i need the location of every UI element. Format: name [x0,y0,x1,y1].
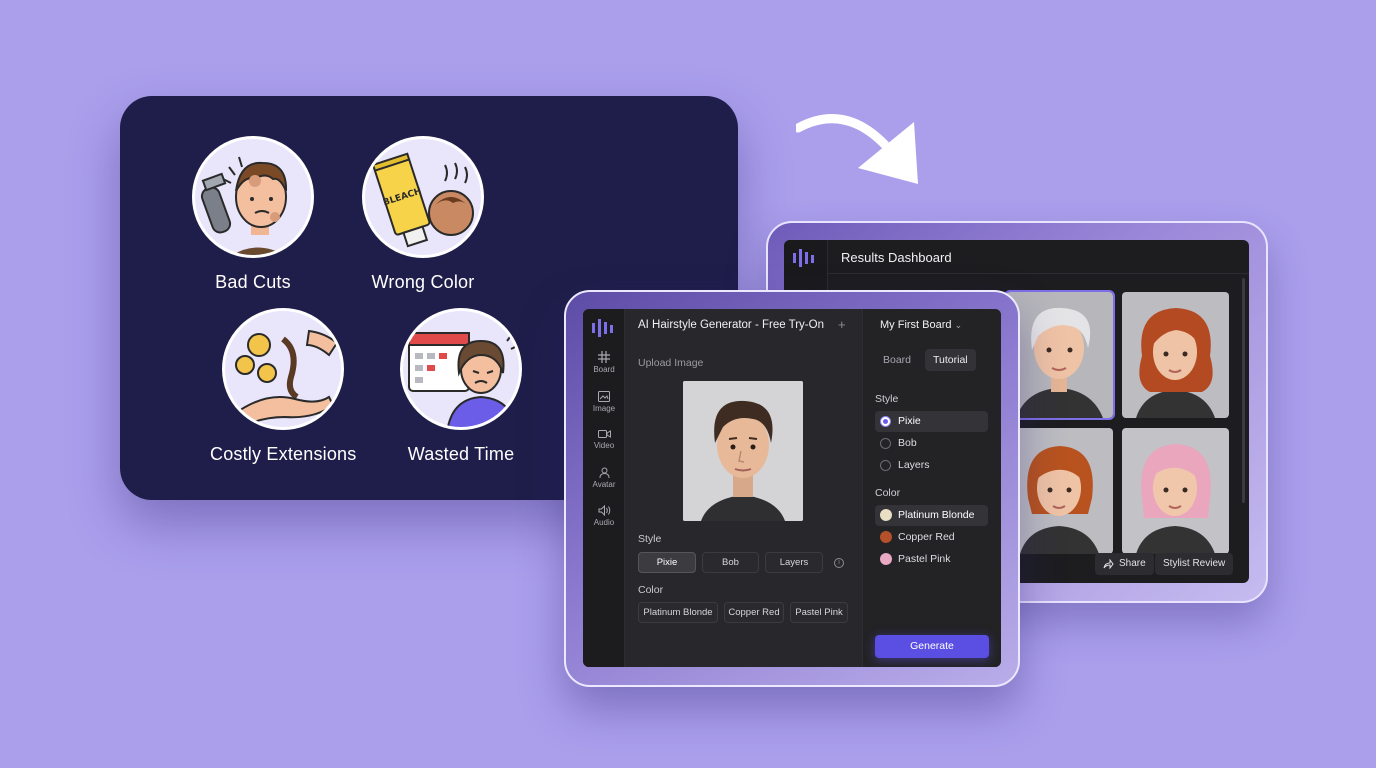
style-option-pixie[interactable]: Pixie [875,411,988,432]
style-chip-pixie[interactable]: Pixie [638,552,696,573]
color-option-platinum-blonde[interactable]: Platinum Blonde [875,505,988,526]
share-icon [1103,559,1114,569]
option-label: Pastel Pink [898,553,951,565]
color-section-label: Color [638,584,664,596]
problem-label: Bad Cuts [215,272,291,292]
nav-label: Image [592,404,616,413]
style-chip-layers[interactable]: Layers [765,552,823,573]
color-option-copper-red[interactable]: Copper Red [875,527,988,548]
color-swatch [880,553,892,565]
speaker-icon [598,505,610,516]
results-title: Results Dashboard [841,250,952,265]
generator-main-panel: AI Hairstyle Generator - Free Try-On + U… [625,309,862,667]
tab-board[interactable]: Board [875,349,919,371]
result-thumbnail[interactable] [1122,428,1229,554]
nav-label: Board [593,365,615,374]
option-label: Pixie [898,415,921,427]
image-icon [598,391,610,402]
board-selector[interactable]: My First Board ⌄ [880,319,962,331]
stylist-review-label: Stylist Review [1163,558,1226,569]
upload-image-label: Upload Image [638,357,704,369]
option-label: Bob [898,437,917,449]
share-button[interactable]: Share [1095,553,1154,575]
style-option-layers[interactable]: Layers [875,455,988,476]
style-chip-bob[interactable]: Bob [702,552,759,573]
curved-arrow-icon [796,114,918,184]
problem-wasted-time: Wasted Time [398,308,524,465]
problem-costly-extensions: Costly Extensions [210,308,356,465]
results-scrollbar[interactable] [1242,278,1245,503]
bleach-tube-icon: BLEACH [362,136,484,258]
result-thumbnail[interactable] [1122,292,1229,418]
option-label: Layers [898,459,930,471]
clipper-bad-haircut-icon [192,136,314,258]
option-label: Platinum Blonde [898,509,975,521]
nav-item-video[interactable]: Video [583,429,625,450]
uploaded-photo[interactable] [683,381,803,521]
problem-label: Wrong Color [371,272,475,292]
color-swatch [880,509,892,521]
nav-item-avatar[interactable]: Avatar [583,467,625,489]
radio-icon [880,438,891,449]
hairstyle-generator-window: Board Image Video Avatar Audio AI Hairst… [583,309,1001,667]
grid-hash-icon [598,351,610,363]
nav-item-image[interactable]: Image [583,391,625,413]
app-logo-icon [592,319,613,337]
chevron-down-icon: ⌄ [954,320,963,330]
problem-label: Costly Extensions [210,444,357,464]
option-label: Copper Red [898,531,955,543]
style-section-label: Style [638,533,662,545]
result-thumbnail[interactable] [1006,428,1113,554]
generator-settings-panel: My First Board ⌄ Board Tutorial Style Pi… [862,309,1001,667]
video-camera-icon [597,430,611,438]
nav-label: Audio [593,518,615,527]
nav-label: Video [593,441,615,450]
nav-item-board[interactable]: Board [583,351,625,374]
info-icon[interactable]: i [834,558,844,568]
nav-label: Avatar [592,480,616,489]
problem-wrong-color: BLEACH Wrong Color [360,136,486,293]
radio-icon [880,460,891,471]
color-option-pastel-pink[interactable]: Pastel Pink [875,549,988,570]
tab-tutorial[interactable]: Tutorial [925,349,976,371]
nav-item-audio[interactable]: Audio [583,505,625,527]
board-name: My First Board [880,319,952,331]
radio-selected-icon [880,416,891,427]
share-label: Share [1119,558,1146,569]
style-options-label: Style [875,393,899,405]
result-thumbnail[interactable] [1004,290,1115,420]
app-logo-icon [793,249,814,267]
color-options-label: Color [875,487,901,499]
add-tab-button[interactable]: + [838,317,846,332]
problem-label: Wasted Time [407,444,515,464]
style-option-bob[interactable]: Bob [875,433,988,454]
generate-button[interactable]: Generate [875,635,989,658]
generator-sidebar: Board Image Video Avatar Audio [583,309,625,667]
color-chip-copper-red[interactable]: Copper Red [724,602,784,623]
calendar-stressed-person-icon [400,308,522,430]
results-header: Results Dashboard [828,240,1249,274]
user-icon [599,467,609,478]
coins-hair-extension-icon [222,308,344,430]
generator-title: AI Hairstyle Generator - Free Try-On [638,319,824,331]
problem-bad-cuts: Bad Cuts [190,136,316,293]
color-chip-platinum-blonde[interactable]: Platinum Blonde [638,602,718,623]
color-swatch [880,531,892,543]
stylist-review-button[interactable]: Stylist Review [1155,553,1234,575]
color-chip-pastel-pink[interactable]: Pastel Pink [790,602,848,623]
